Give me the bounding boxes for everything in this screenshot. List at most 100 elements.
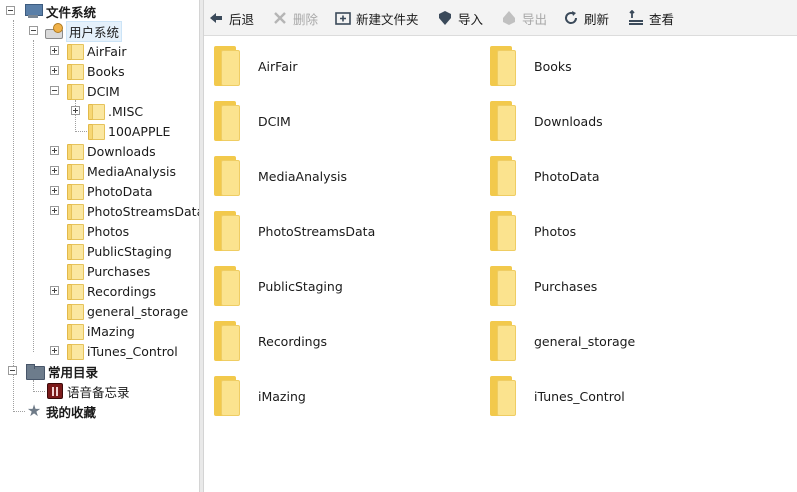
new-folder-icon bbox=[335, 10, 351, 26]
folder-icon bbox=[490, 321, 516, 361]
tree-label: 常用目录 bbox=[48, 364, 99, 380]
grid-folder-mediaanalysis[interactable]: MediaAnalysis bbox=[214, 155, 347, 197]
tree-label: Purchases bbox=[87, 263, 151, 279]
tree-node-books[interactable]: Books bbox=[0, 61, 125, 81]
folder-icon bbox=[214, 46, 240, 86]
import-arrow-icon bbox=[437, 10, 453, 26]
tree-node-voice-memos[interactable]: 语音备忘录 bbox=[0, 381, 130, 401]
back-button[interactable]: 后退 bbox=[208, 0, 254, 36]
collapse-toggle[interactable] bbox=[8, 366, 17, 375]
collapse-toggle[interactable] bbox=[29, 26, 38, 35]
tree-label: Books bbox=[87, 63, 125, 79]
folder-icon bbox=[67, 63, 84, 80]
tree-label: MediaAnalysis bbox=[87, 163, 177, 179]
grid-folder-publicstaging[interactable]: PublicStaging bbox=[214, 265, 343, 307]
expand-toggle[interactable] bbox=[50, 66, 59, 75]
folder-icon bbox=[67, 83, 84, 100]
tree-label: 我的收藏 bbox=[46, 404, 97, 420]
tree-label: PublicStaging bbox=[87, 243, 172, 259]
grid-folder-photodata[interactable]: PhotoData bbox=[490, 155, 600, 197]
tree-label: AirFair bbox=[87, 43, 127, 59]
tree-label: PhotoData bbox=[87, 183, 153, 199]
folder-icon bbox=[214, 101, 240, 141]
tree-label: 语音备忘录 bbox=[67, 384, 130, 400]
tree-node-dcim[interactable]: DCIM bbox=[0, 81, 120, 101]
computer-icon bbox=[24, 4, 43, 18]
folder-icon bbox=[214, 211, 240, 251]
folder-icon bbox=[67, 343, 84, 360]
tree-node-downloads[interactable]: Downloads bbox=[0, 141, 156, 161]
tree-node-favorites[interactable]: ★ 我的收藏 bbox=[0, 401, 96, 421]
tree-node-mediaanalysis[interactable]: MediaAnalysis bbox=[0, 161, 176, 181]
folder-icon bbox=[67, 203, 84, 220]
tree-label: 100APPLE bbox=[108, 123, 171, 139]
tree-node-airfair[interactable]: AirFair bbox=[0, 41, 126, 61]
folder-icon bbox=[67, 323, 84, 340]
folder-icon bbox=[67, 143, 84, 160]
refresh-button[interactable]: 刷新 bbox=[563, 0, 609, 36]
expand-toggle[interactable] bbox=[50, 146, 59, 155]
folder-tree-sidebar: 文件系统 用户系统 AirFair Books DCIM .MISC 100AP… bbox=[0, 0, 199, 492]
import-button[interactable]: 导入 bbox=[437, 0, 483, 36]
tree-node-photostreamsdata[interactable]: PhotoStreamsData bbox=[0, 201, 199, 221]
tree-node-imazing[interactable]: iMazing bbox=[0, 321, 135, 341]
grid-folder-purchases[interactable]: Purchases bbox=[490, 265, 597, 307]
expand-toggle[interactable] bbox=[50, 346, 59, 355]
grid-folder-imazing[interactable]: iMazing bbox=[214, 375, 306, 417]
delete-x-icon bbox=[272, 10, 288, 26]
expand-toggle[interactable] bbox=[71, 106, 80, 115]
export-arrow-icon bbox=[501, 10, 517, 26]
expand-toggle[interactable] bbox=[50, 286, 59, 295]
tree-node-photodata[interactable]: PhotoData bbox=[0, 181, 153, 201]
folder-icon bbox=[67, 303, 84, 320]
tree-node-100apple[interactable]: 100APPLE bbox=[0, 121, 170, 141]
delete-button[interactable]: 删除 bbox=[272, 0, 318, 36]
expand-toggle[interactable] bbox=[50, 166, 59, 175]
export-button[interactable]: 导出 bbox=[501, 0, 547, 36]
folder-icon bbox=[490, 46, 516, 86]
grid-folder-recordings[interactable]: Recordings bbox=[214, 320, 327, 362]
tree-node-recordings[interactable]: Recordings bbox=[0, 281, 156, 301]
tree-node-common-dirs[interactable]: 常用目录 bbox=[0, 361, 98, 381]
tree-node-itunes-control[interactable]: iTunes_Control bbox=[0, 341, 178, 361]
folder-icon bbox=[67, 263, 84, 280]
arrow-left-icon bbox=[208, 10, 224, 26]
tree-node-misc[interactable]: .MISC bbox=[0, 101, 143, 121]
grid-folder-books[interactable]: Books bbox=[490, 45, 572, 87]
tree-node-photos[interactable]: Photos bbox=[0, 221, 129, 241]
grid-folder-itunes-control[interactable]: iTunes_Control bbox=[490, 375, 625, 417]
tree-label: DCIM bbox=[87, 83, 120, 99]
folder-grid: AirFair Books DCIM Downloads MediaAnalys… bbox=[204, 37, 797, 492]
tree-label: iMazing bbox=[87, 323, 135, 339]
tree-node-file-system[interactable]: 文件系统 bbox=[0, 1, 96, 21]
expand-toggle[interactable] bbox=[50, 206, 59, 215]
toolbar: 后退 删除 新建文件夹 导入 导出 刷新 查看 bbox=[204, 0, 797, 36]
collapse-toggle[interactable] bbox=[6, 6, 15, 15]
view-button[interactable]: 查看 bbox=[628, 0, 674, 36]
tree-label: Photos bbox=[87, 223, 130, 239]
folder-icon bbox=[490, 266, 516, 306]
folder-icon bbox=[490, 376, 516, 416]
new-folder-button[interactable]: 新建文件夹 bbox=[335, 0, 419, 36]
grid-folder-airfair[interactable]: AirFair bbox=[214, 45, 297, 87]
tree-node-user-system[interactable]: 用户系统 bbox=[0, 20, 123, 42]
collapse-toggle[interactable] bbox=[50, 86, 59, 95]
user-disk-icon bbox=[45, 23, 63, 39]
folder-icon bbox=[214, 321, 240, 361]
expand-toggle[interactable] bbox=[50, 46, 59, 55]
folder-icon bbox=[214, 156, 240, 196]
expand-toggle[interactable] bbox=[50, 186, 59, 195]
folder-icon bbox=[67, 163, 84, 180]
grid-folder-downloads[interactable]: Downloads bbox=[490, 100, 603, 142]
grid-folder-photos[interactable]: Photos bbox=[490, 210, 576, 252]
grid-folder-photostreamsdata[interactable]: PhotoStreamsData bbox=[214, 210, 375, 252]
folder-icon bbox=[214, 266, 240, 306]
tree-node-publicstaging[interactable]: PublicStaging bbox=[0, 241, 172, 261]
tree-node-purchases[interactable]: Purchases bbox=[0, 261, 150, 281]
voice-memo-icon bbox=[47, 383, 63, 399]
folder-icon bbox=[67, 283, 84, 300]
tree-node-general-storage[interactable]: general_storage bbox=[0, 301, 188, 321]
folder-dark-icon bbox=[26, 364, 45, 380]
grid-folder-general-storage[interactable]: general_storage bbox=[490, 320, 635, 362]
grid-folder-dcim[interactable]: DCIM bbox=[214, 100, 291, 142]
